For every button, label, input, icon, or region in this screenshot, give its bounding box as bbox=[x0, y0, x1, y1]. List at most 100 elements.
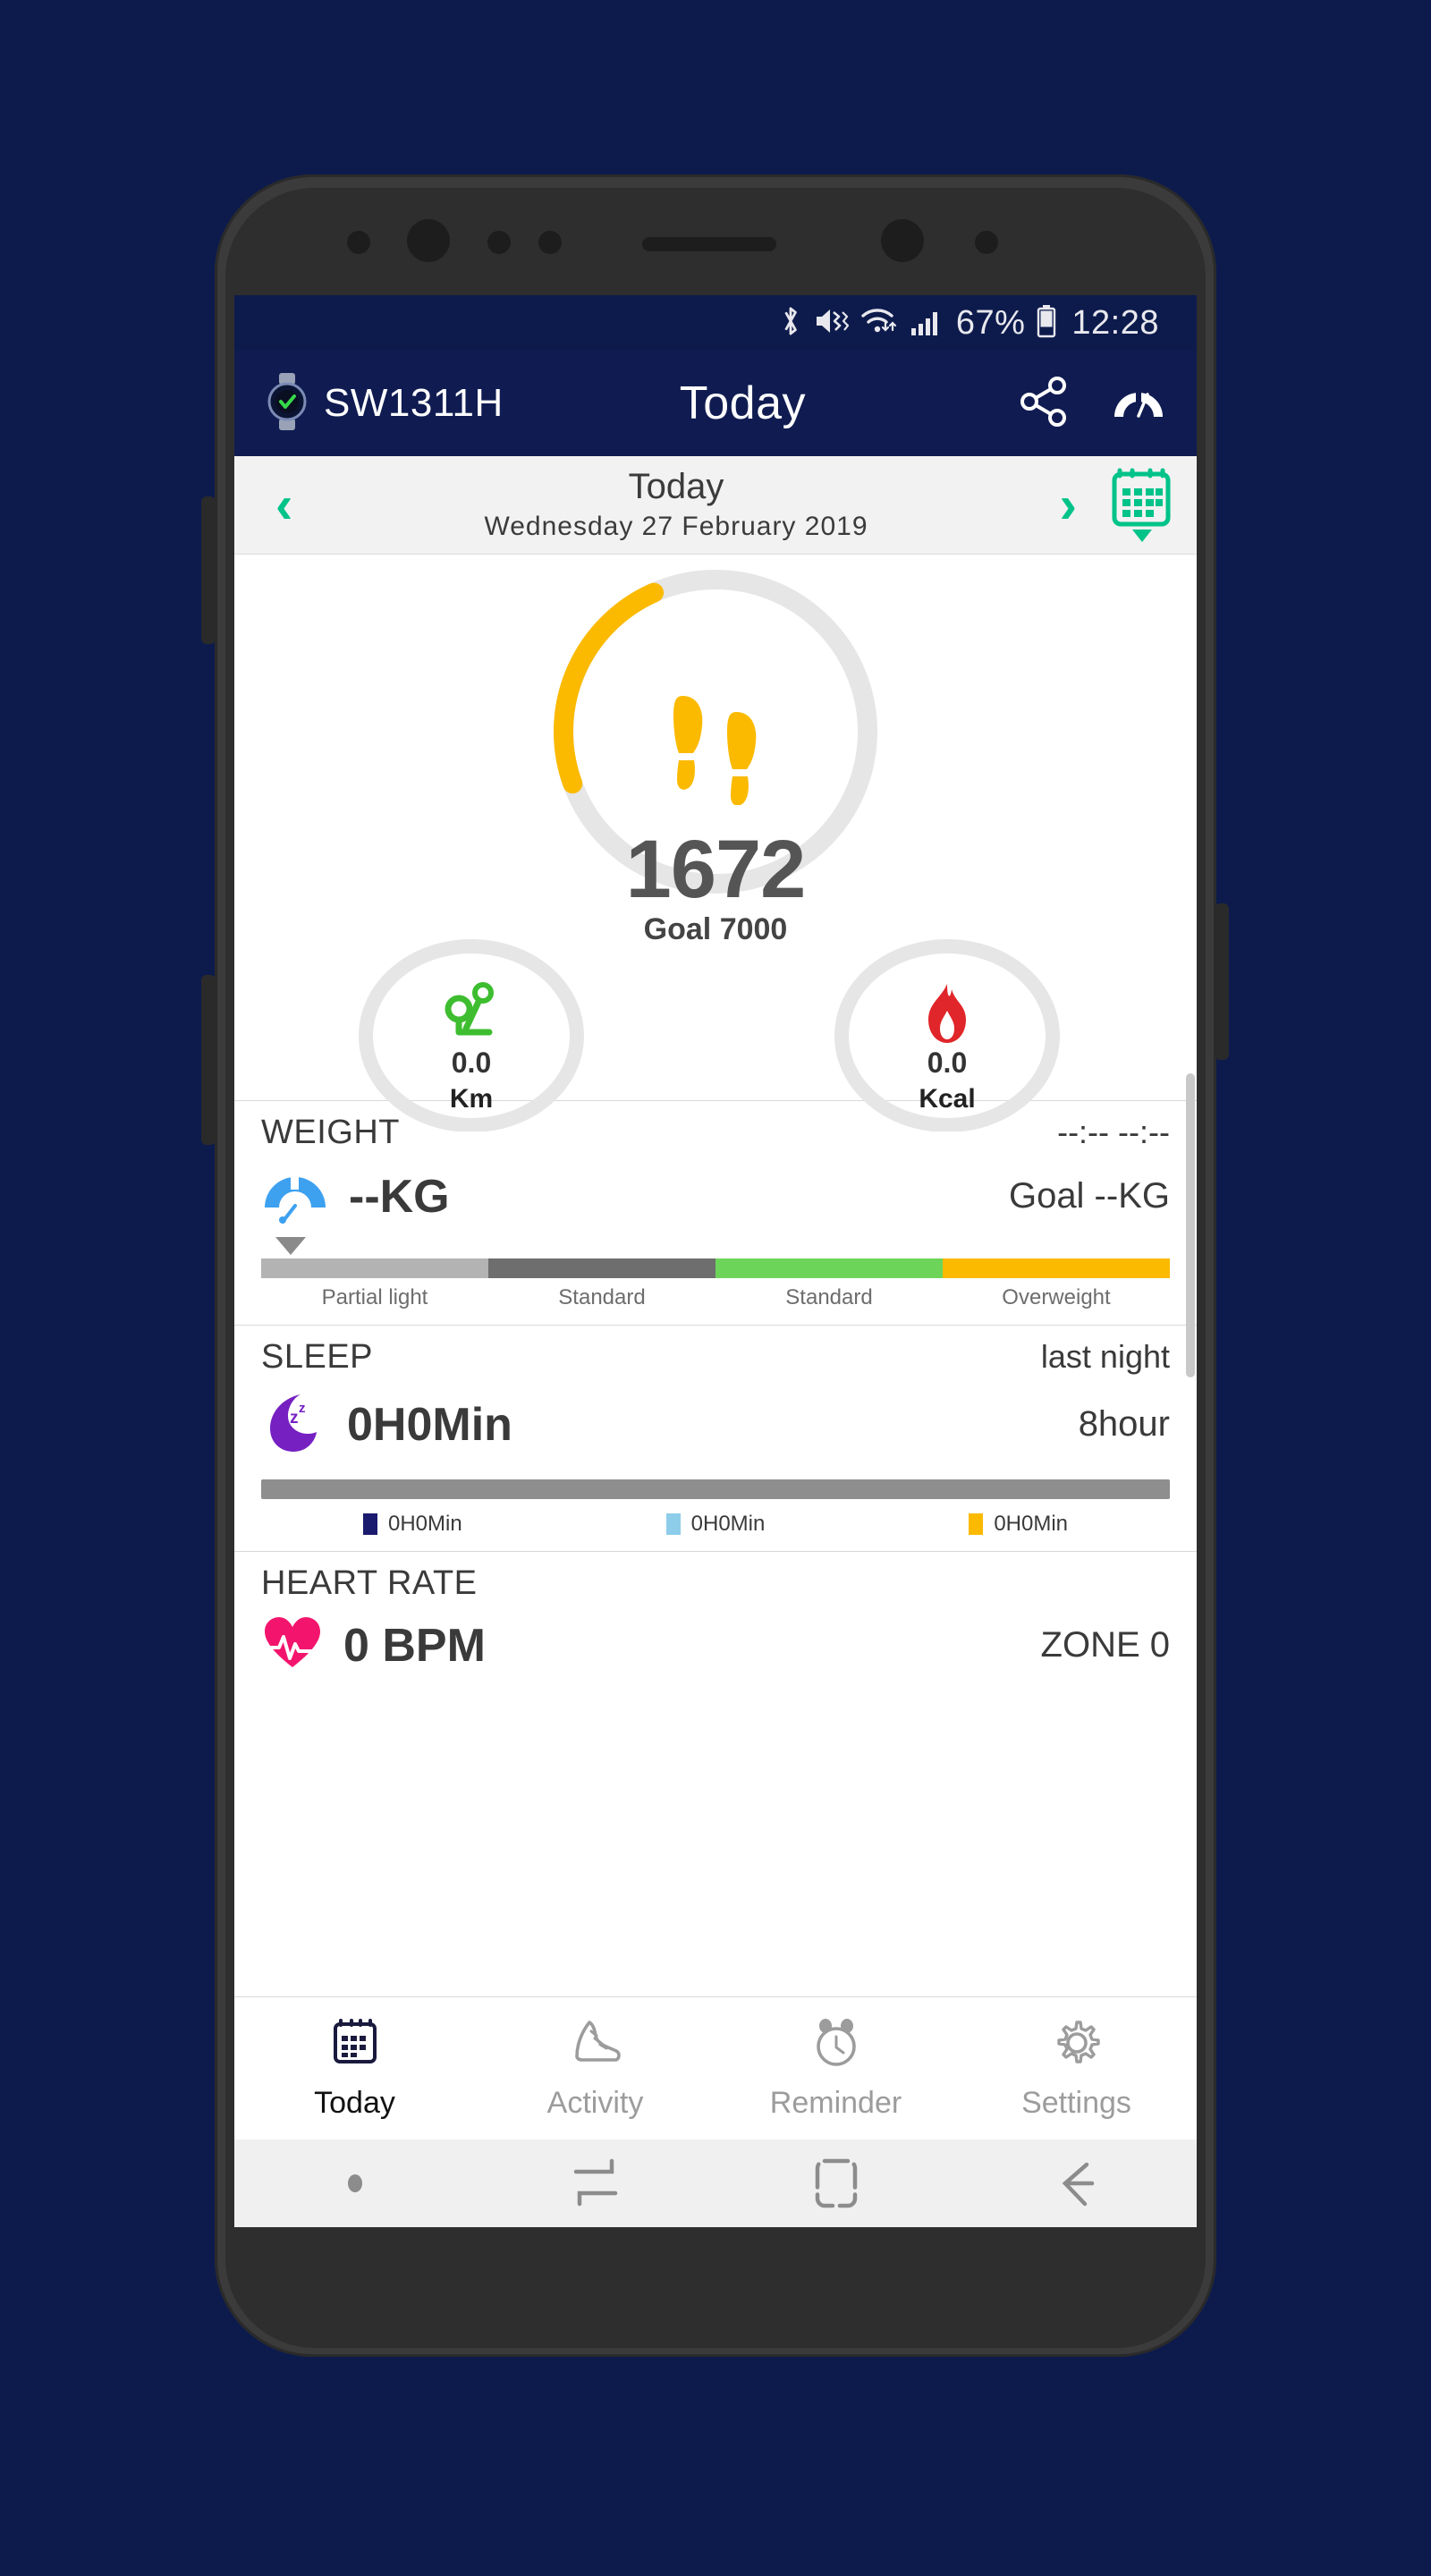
tab-label: Reminder bbox=[769, 2085, 902, 2120]
clock-label: 12:28 bbox=[1071, 303, 1159, 342]
date-full-label: Wednesday 27 February 2019 bbox=[484, 512, 868, 541]
distance-unit: Km bbox=[449, 1084, 494, 1114]
date-navigation-bar: ‹ Today Wednesday 27 February 2019 › bbox=[234, 456, 1197, 555]
sleep-legend: 0H0Min 0H0Min 0H0Min bbox=[261, 1512, 1170, 1537]
sleep-legend-swatch bbox=[362, 1513, 377, 1535]
weight-value: --KG bbox=[349, 1170, 450, 1223]
page-title: Today bbox=[679, 377, 807, 429]
power-button[interactable] bbox=[1215, 903, 1229, 1060]
svg-text:z: z bbox=[299, 1401, 306, 1416]
chevron-right-icon[interactable]: › bbox=[1042, 479, 1095, 531]
battery-icon bbox=[1036, 303, 1057, 343]
speedometer-icon[interactable] bbox=[1111, 376, 1166, 432]
header-actions bbox=[1018, 376, 1166, 432]
svg-text:z: z bbox=[290, 1409, 299, 1428]
sleep-value: 0H0Min bbox=[347, 1398, 512, 1451]
bottom-tab-bar: Today Activity Reminder Settings bbox=[234, 1996, 1197, 2140]
weight-range-segment bbox=[261, 1258, 488, 1278]
sleep-legend-swatch bbox=[969, 1513, 984, 1535]
sleep-legend-label: 0H0Min bbox=[387, 1512, 462, 1536]
app-header: SW1311H Today bbox=[234, 351, 1197, 456]
weight-range-bar bbox=[261, 1258, 1170, 1278]
wifi-icon bbox=[859, 305, 899, 342]
shoe-icon bbox=[568, 2017, 623, 2073]
footsteps-icon bbox=[666, 689, 765, 809]
flame-icon bbox=[826, 982, 1068, 1049]
weight-scale-icon bbox=[261, 1165, 329, 1228]
tab-label: Settings bbox=[1021, 2085, 1131, 2120]
sensor-icon bbox=[487, 231, 511, 254]
svg-text:z: z bbox=[279, 1420, 286, 1436]
date-today-label: Today bbox=[628, 467, 724, 506]
tab-label: Today bbox=[314, 2085, 395, 2120]
tab-activity[interactable]: Activity bbox=[475, 1997, 716, 2140]
weight-range-segment bbox=[488, 1258, 716, 1278]
weight-goal-label: Goal --KG bbox=[1008, 1176, 1170, 1216]
chevron-left-icon[interactable]: ‹ bbox=[258, 479, 310, 531]
heart-card-header: HEART RATE bbox=[261, 1564, 1170, 1603]
calendar-icon bbox=[330, 2017, 380, 2073]
calories-unit: Kcal bbox=[919, 1084, 976, 1114]
heartbeat-icon bbox=[261, 1615, 324, 1675]
heart-title: HEART RATE bbox=[261, 1564, 478, 1602]
sensor-icon bbox=[538, 231, 562, 254]
sleep-title: SLEEP bbox=[261, 1338, 374, 1376]
sleep-subtitle: last night bbox=[1040, 1338, 1170, 1375]
dashboard-scroll-area[interactable]: 1672 Goal 7000 0.0 Km 0.0 Kcal WEIGHT --… bbox=[234, 555, 1197, 2030]
distance-value: 0.0 bbox=[451, 1046, 492, 1079]
calendar-picker-button[interactable] bbox=[1109, 467, 1173, 544]
heart-rate-value: 0 BPM bbox=[343, 1619, 486, 1672]
weight-range-label: Standard bbox=[785, 1285, 873, 1309]
volume-down-button[interactable] bbox=[201, 975, 216, 1145]
bluetooth-icon bbox=[779, 303, 802, 343]
sensor-icon bbox=[975, 231, 998, 254]
recents-icon[interactable] bbox=[475, 2156, 716, 2211]
sleep-legend-label: 0H0Min bbox=[690, 1512, 766, 1536]
tab-today[interactable]: Today bbox=[234, 1997, 475, 2140]
weight-marker-icon bbox=[275, 1237, 306, 1255]
sleep-card-header: SLEEP last night bbox=[261, 1338, 1170, 1377]
vertical-scrollbar[interactable] bbox=[1186, 1073, 1195, 1377]
sleep-legend-label: 0H0Min bbox=[994, 1512, 1069, 1536]
iris-scanner-icon bbox=[881, 219, 924, 262]
sleep-legend-item: 0H0Min bbox=[564, 1512, 868, 1537]
route-pin-icon bbox=[351, 982, 592, 1046]
sleep-legend-swatch bbox=[665, 1513, 681, 1535]
battery-percent-label: 67% bbox=[955, 303, 1026, 342]
heart-rate-card[interactable]: HEART RATE 0 BPM ZONE 0 bbox=[234, 1551, 1197, 1690]
front-camera-icon bbox=[407, 219, 450, 262]
home-icon[interactable] bbox=[716, 2156, 956, 2211]
share-icon[interactable] bbox=[1018, 376, 1070, 432]
weight-range-label: Overweight bbox=[1002, 1285, 1111, 1309]
watch-connected-icon bbox=[265, 372, 309, 436]
weight-row: --KG Goal --KG bbox=[261, 1165, 1170, 1228]
phone-screen: 67% 12:28 SW1311H Today ‹ Today Wednesda… bbox=[234, 295, 1197, 2227]
calories-ring[interactable]: 0.0 Kcal bbox=[826, 939, 1068, 1136]
weight-range-label: Partial light bbox=[321, 1285, 428, 1309]
heart-row: 0 BPM ZONE 0 bbox=[261, 1615, 1170, 1675]
date-display: Today Wednesday 27 February 2019 bbox=[310, 468, 1041, 542]
distance-ring[interactable]: 0.0 Km bbox=[351, 939, 592, 1136]
weight-range-segment bbox=[943, 1258, 1170, 1278]
back-icon[interactable] bbox=[956, 2156, 1197, 2211]
steps-value: 1672 bbox=[625, 824, 807, 915]
gear-icon bbox=[1050, 2017, 1104, 2073]
sleep-card[interactable]: SLEEP last night z z z 0H0Min 8hour 0H0M… bbox=[234, 1325, 1197, 1551]
weight-range-segment bbox=[716, 1258, 943, 1278]
tab-reminder[interactable]: Reminder bbox=[716, 1997, 956, 2140]
weight-range-label: Standard bbox=[558, 1285, 646, 1309]
tab-settings[interactable]: Settings bbox=[956, 1997, 1197, 2140]
volume-up-button[interactable] bbox=[201, 496, 216, 644]
earpiece-speaker bbox=[642, 237, 776, 251]
sleep-moon-icon: z z z bbox=[261, 1389, 327, 1460]
sleep-row: z z z 0H0Min 8hour bbox=[261, 1389, 1170, 1460]
dot-indicator[interactable] bbox=[234, 2171, 475, 2196]
status-bar: 67% 12:28 bbox=[234, 295, 1197, 351]
mute-vibrate-icon bbox=[813, 305, 849, 342]
signal-icon bbox=[910, 305, 945, 342]
tab-label: Activity bbox=[546, 2085, 644, 2120]
sleep-progress-bar bbox=[261, 1479, 1170, 1499]
heart-rate-zone: ZONE 0 bbox=[1040, 1625, 1170, 1665]
sleep-legend-item: 0H0Min bbox=[261, 1512, 564, 1537]
android-navigation-bar bbox=[234, 2140, 1197, 2227]
